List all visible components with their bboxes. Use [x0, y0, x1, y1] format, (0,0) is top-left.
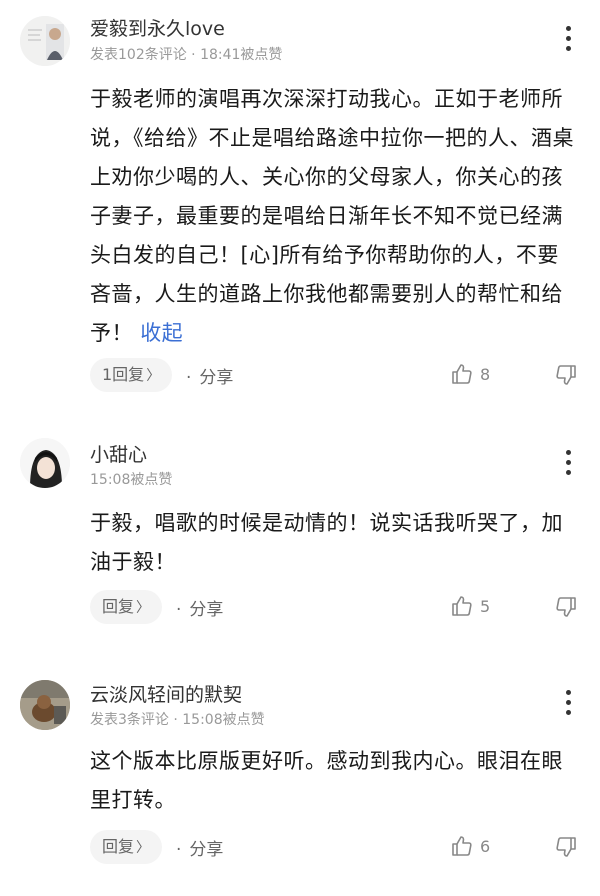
comment-text: 这个版本比原版更好听。感动到我内心。眼泪在眼里打转。 — [90, 749, 563, 812]
like-button[interactable]: 5 — [450, 594, 500, 620]
more-vertical-icon[interactable] — [562, 26, 574, 54]
comment-item: 云淡风轻间的默契 发表3条评论 · 15:08被点赞 这个版本比原版更好听。感动… — [0, 660, 600, 896]
username[interactable]: 云淡风轻间的默契 — [90, 680, 242, 707]
username[interactable]: 爱毅到永久love — [90, 14, 225, 41]
thumbs-down-icon — [556, 837, 576, 857]
comment-meta: 发表102条评论 · 18:41被点赞 — [90, 47, 283, 63]
avatar[interactable] — [20, 438, 70, 488]
like-count: 8 — [480, 365, 491, 384]
avatar[interactable] — [20, 680, 70, 730]
collapse-link[interactable]: 收起 — [140, 321, 183, 345]
like-count: 6 — [480, 837, 491, 856]
username[interactable]: 小甜心 — [90, 440, 147, 467]
share-label: 分享 — [189, 840, 224, 860]
share-button[interactable]: · 分享 — [176, 595, 223, 620]
share-label: 分享 — [199, 368, 234, 388]
chevron-right-icon: 〉 — [136, 600, 151, 616]
dislike-button[interactable] — [554, 595, 580, 621]
like-button[interactable]: 6 — [450, 834, 500, 860]
reply-button[interactable]: 回复〉 — [90, 590, 163, 624]
more-vertical-icon[interactable] — [562, 450, 574, 478]
reply-label: 回复 — [102, 597, 135, 616]
thumbs-up-icon — [452, 596, 472, 616]
thumbs-down-icon — [556, 365, 576, 385]
separator-dot: · — [186, 368, 192, 388]
reply-button[interactable]: 回复〉 — [90, 830, 163, 864]
like-count: 5 — [480, 597, 491, 616]
more-vertical-icon[interactable] — [562, 690, 574, 718]
share-button[interactable]: · 分享 — [186, 363, 233, 388]
share-button[interactable]: · 分享 — [176, 835, 223, 860]
thumbs-down-icon — [556, 597, 576, 617]
chevron-right-icon: 〉 — [146, 368, 161, 384]
comment-item: 爱毅到永久love 发表102条评论 · 18:41被点赞 于毅老师的演唱再次深… — [0, 0, 600, 410]
comment-meta: 15:08被点赞 — [90, 472, 173, 488]
comment-body: 于毅，唱歌的时候是动情的！说实话我听哭了，加油于毅！ — [90, 504, 580, 582]
thumbs-up-icon — [452, 836, 472, 856]
separator-dot: · — [176, 600, 182, 620]
reply-label: 1回复 — [102, 365, 145, 384]
reply-button[interactable]: 1回复〉 — [90, 358, 173, 392]
dislike-button[interactable] — [554, 835, 580, 861]
comment-meta: 发表3条评论 · 15:08被点赞 — [90, 712, 265, 728]
dislike-button[interactable] — [554, 363, 580, 389]
share-label: 分享 — [189, 600, 224, 620]
comment-item: 小甜心 15:08被点赞 于毅，唱歌的时候是动情的！说实话我听哭了，加油于毅！ … — [0, 420, 600, 660]
separator-dot: · — [176, 840, 182, 860]
like-button[interactable]: 8 — [450, 362, 500, 388]
reply-label: 回复 — [102, 837, 135, 856]
comment-text: 于毅老师的演唱再次深深打动我心。正如于老师所说，《给给》不止是唱给路途中拉你一把… — [90, 87, 574, 345]
comment-body: 于毅老师的演唱再次深深打动我心。正如于老师所说，《给给》不止是唱给路途中拉你一把… — [90, 80, 580, 353]
comment-text: 于毅，唱歌的时候是动情的！说实话我听哭了，加油于毅！ — [90, 511, 563, 574]
comment-body: 这个版本比原版更好听。感动到我内心。眼泪在眼里打转。 — [90, 742, 580, 820]
chevron-right-icon: 〉 — [136, 840, 151, 856]
avatar[interactable] — [20, 16, 70, 66]
thumbs-up-icon — [452, 364, 472, 384]
